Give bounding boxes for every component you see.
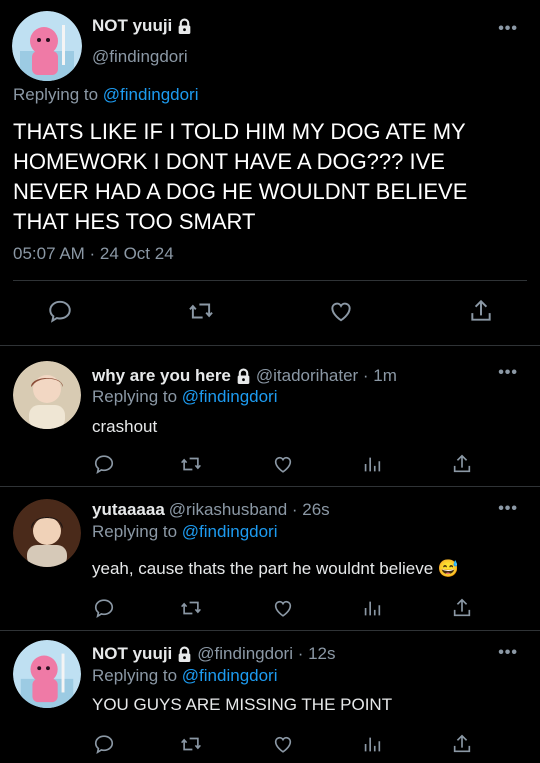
- replying-to: Replying to @findingdori: [13, 85, 199, 105]
- replying-to: Replying to @findingdori: [92, 666, 278, 686]
- display-name[interactable]: yutaaaaa: [92, 500, 165, 520]
- reply-text: YOU GUYS ARE MISSING THE POINT: [92, 695, 393, 714]
- like-icon[interactable]: [271, 733, 295, 755]
- views-icon[interactable]: [361, 597, 383, 619]
- like-icon[interactable]: [271, 453, 295, 475]
- main-tweet: NOT yuuji @findingdori ••• Replying to @…: [0, 0, 540, 346]
- handle[interactable]: @findingdori: [92, 47, 188, 67]
- timestamp[interactable]: 05:07 AM · 24 Oct 24: [13, 244, 174, 264]
- avatar[interactable]: [13, 361, 81, 429]
- views-icon[interactable]: [361, 453, 383, 475]
- retweet-icon[interactable]: [187, 298, 215, 324]
- share-icon[interactable]: [451, 733, 473, 755]
- retweet-icon[interactable]: [179, 733, 203, 755]
- replying-handle-link[interactable]: @findingdori: [182, 666, 278, 685]
- avatar[interactable]: [13, 640, 81, 708]
- more-icon[interactable]: •••: [498, 364, 518, 382]
- reply-tweet[interactable]: why are you here @itadorihater · 1m ••• …: [0, 346, 540, 487]
- replying-prefix: Replying to: [92, 522, 178, 541]
- more-icon[interactable]: •••: [498, 20, 518, 38]
- lock-icon: [178, 18, 191, 34]
- divider: [13, 280, 527, 281]
- replying-prefix: Replying to: [92, 666, 178, 685]
- retweet-icon[interactable]: [179, 453, 203, 475]
- tweet-text: THATS LIKE IF I TOLD HIM MY DOG ATE MY H…: [13, 119, 468, 234]
- reply-actions: [0, 733, 540, 757]
- lock-icon: [237, 368, 250, 384]
- replying-handle-link[interactable]: @findingdori: [182, 522, 278, 541]
- reply-icon[interactable]: [93, 597, 115, 619]
- reply-icon[interactable]: [93, 733, 115, 755]
- avatar[interactable]: [13, 499, 81, 567]
- reply-text: crashout: [92, 417, 158, 436]
- reply-text: yeah, cause thats the part he wouldnt be…: [92, 559, 460, 578]
- share-icon[interactable]: [451, 453, 473, 475]
- display-name-text[interactable]: NOT yuuji: [92, 16, 172, 36]
- tweet-actions: [0, 298, 540, 328]
- reply-header: yutaaaaa @rikashusband · 26s: [92, 500, 330, 520]
- reply-icon[interactable]: [93, 453, 115, 475]
- reply-icon[interactable]: [47, 298, 73, 324]
- handle[interactable]: @findingdori · 12s: [197, 644, 335, 664]
- replying-handle-link[interactable]: @findingdori: [182, 387, 278, 406]
- replying-handle-link[interactable]: @findingdori: [103, 85, 199, 104]
- reply-header: why are you here @itadorihater · 1m: [92, 366, 397, 386]
- like-icon[interactable]: [327, 298, 355, 324]
- reply-tweet[interactable]: yutaaaaa @rikashusband · 26s ••• Replyin…: [0, 487, 540, 631]
- reply-actions: [0, 453, 540, 477]
- views-icon[interactable]: [361, 733, 383, 755]
- display-name[interactable]: NOT yuuji: [92, 16, 193, 36]
- retweet-icon[interactable]: [179, 597, 203, 619]
- display-name[interactable]: NOT yuuji: [92, 644, 172, 664]
- share-icon[interactable]: [468, 298, 494, 324]
- replying-prefix: Replying to: [92, 387, 178, 406]
- replying-to: Replying to @findingdori: [92, 387, 278, 407]
- reply-actions: [0, 597, 540, 621]
- handle[interactable]: @itadorihater · 1m: [256, 366, 397, 386]
- reply-tweet[interactable]: NOT yuuji @findingdori · 12s ••• Replyin…: [0, 631, 540, 763]
- more-icon[interactable]: •••: [498, 500, 518, 518]
- handle[interactable]: @rikashusband · 26s: [169, 500, 330, 520]
- display-name[interactable]: why are you here: [92, 366, 231, 386]
- more-icon[interactable]: •••: [498, 644, 518, 662]
- avatar[interactable]: [12, 11, 82, 81]
- like-icon[interactable]: [271, 597, 295, 619]
- lock-icon: [178, 646, 191, 662]
- share-icon[interactable]: [451, 597, 473, 619]
- replying-to: Replying to @findingdori: [92, 522, 278, 542]
- replying-prefix: Replying to: [13, 85, 99, 104]
- reply-header: NOT yuuji @findingdori · 12s: [92, 644, 336, 664]
